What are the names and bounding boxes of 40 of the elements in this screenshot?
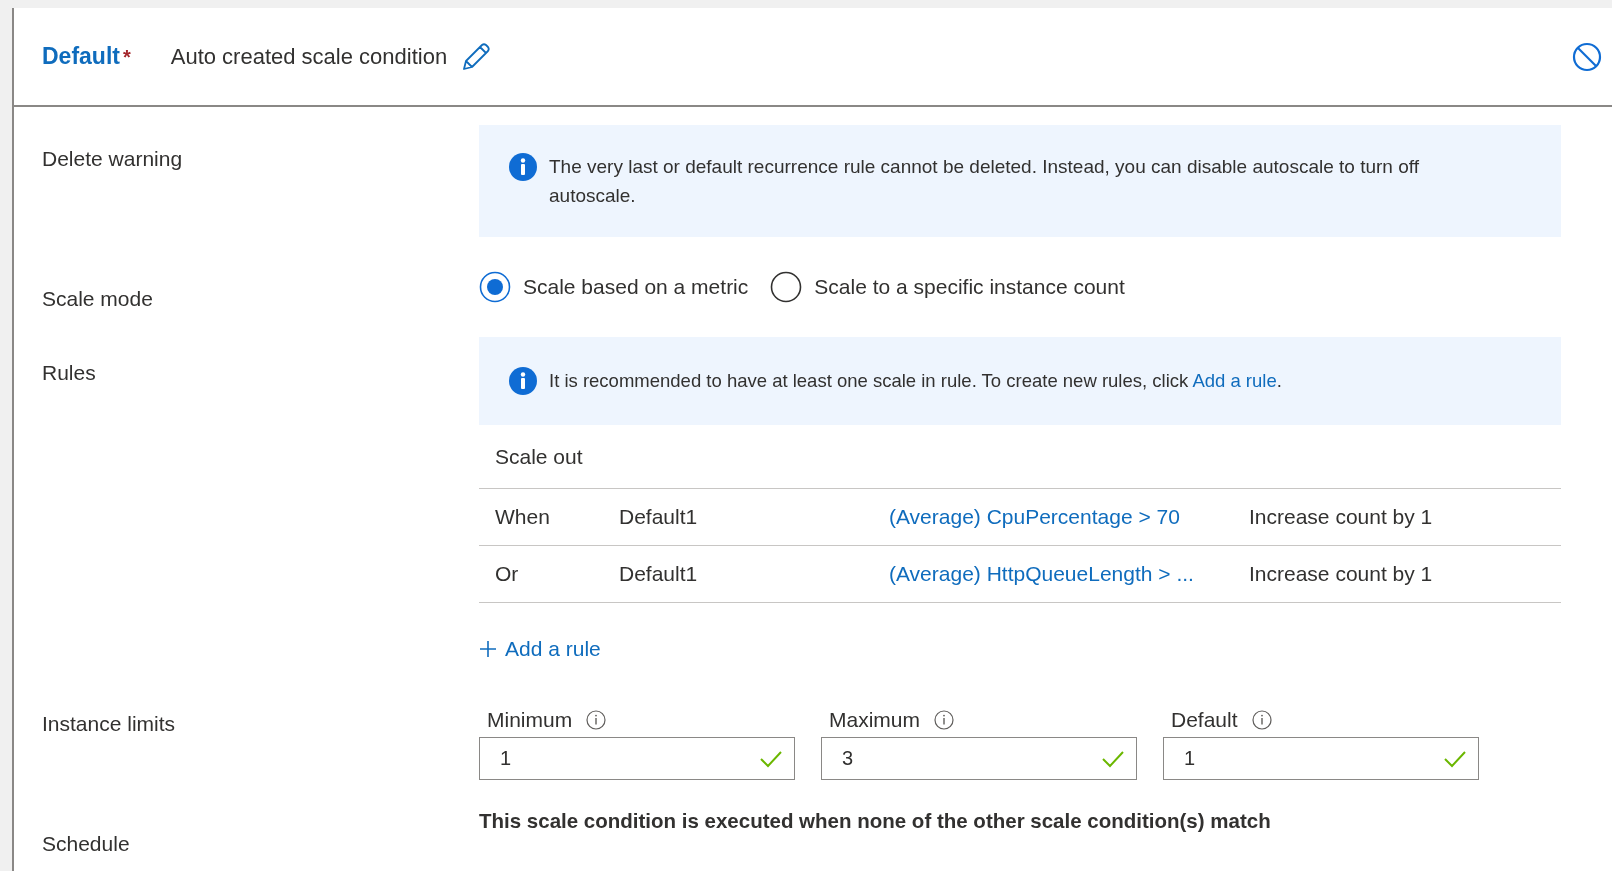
info-icon — [586, 709, 607, 730]
required-mark: * — [122, 44, 131, 70]
field-label: Instance limits — [41, 710, 177, 737]
table-cell: Increase count by 1 — [1233, 488, 1561, 546]
table-cell: Increase count by 1 — [1233, 545, 1561, 603]
field-label: Schedule — [41, 831, 131, 858]
condition-name: Auto created scale condition — [170, 43, 448, 71]
radio-option[interactable]: Scale based on a metric — [479, 271, 749, 303]
info-message: The very last or default recurrence rule cannot be deleted. Instead, you can disable autoscale to turn off autoscale. — [549, 155, 1420, 208]
info-icon — [509, 153, 537, 181]
field-label: Maximum — [829, 706, 920, 733]
table-cell: When — [479, 488, 603, 546]
plus-icon — [479, 639, 497, 658]
radio-button[interactable] — [770, 271, 803, 303]
info-icon — [509, 366, 537, 395]
number-field[interactable]: 1 — [479, 737, 795, 781]
field-label: Rules — [41, 359, 97, 386]
field-label: Scale mode — [41, 286, 154, 312]
disable-icon[interactable] — [1572, 41, 1602, 72]
table-cell: Default1 — [603, 545, 873, 603]
radio-option[interactable]: Scale to a specific instance count — [770, 271, 1125, 303]
section-title: Scale out — [479, 424, 1561, 489]
info-message: It is recommended to have at least one scale in rule. To create new rules, click Add a rule. — [549, 368, 1282, 393]
field-label: Delete warning — [41, 146, 184, 172]
table-cell: Or — [479, 545, 603, 603]
info-icon — [1251, 709, 1272, 730]
number-field[interactable]: 1 — [1163, 737, 1479, 781]
metric-link[interactable]: (Average) HttpQueueLength > ... — [873, 545, 1233, 603]
field-label: Minimum — [487, 706, 573, 733]
info-icon — [934, 709, 954, 730]
number-field[interactable]: 3 — [821, 737, 1137, 781]
add-rule-link[interactable]: Add a rule — [1192, 369, 1277, 391]
radio-button[interactable] — [479, 271, 511, 303]
schedule-note: This scale condition is executed when none of the other scale condition(s) match — [479, 808, 1272, 835]
add-rule-button[interactable]: Add a rule — [479, 633, 601, 665]
table-cell: Default1 — [603, 488, 873, 546]
field-label: Default — [1171, 706, 1238, 733]
condition-title: Default — [42, 42, 120, 72]
pencil-icon[interactable] — [461, 41, 492, 72]
metric-link[interactable]: (Average) CpuPercentage > 70 — [873, 488, 1233, 546]
